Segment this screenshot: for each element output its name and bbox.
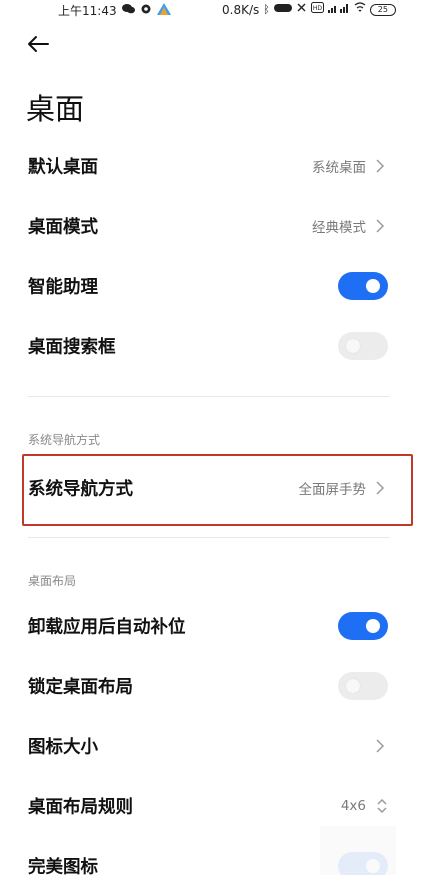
perfect-icons-label: 完美图标 bbox=[28, 857, 98, 875]
nav-method-row[interactable]: 系统导航方式 全面屏手势 bbox=[0, 459, 426, 517]
gear-icon bbox=[140, 3, 152, 19]
auto-fill-row: 卸载应用后自动补位 bbox=[0, 597, 426, 655]
vibrate-icon bbox=[273, 3, 292, 17]
back-arrow-icon bbox=[28, 36, 49, 52]
nav-section-header: 系统导航方式 bbox=[28, 433, 101, 447]
wechat-icon bbox=[121, 3, 135, 18]
divider bbox=[28, 537, 390, 538]
layout-rule-value: 4x6 bbox=[340, 798, 366, 814]
status-left: 上午11:43 bbox=[58, 2, 171, 19]
lock-layout-toggle[interactable] bbox=[338, 672, 388, 700]
chevron-right-icon bbox=[376, 481, 385, 495]
desktop-search-row: 桌面搜索框 bbox=[0, 317, 426, 375]
icon-size-label: 图标大小 bbox=[28, 737, 98, 758]
toggle-knob bbox=[346, 679, 360, 693]
nav-method-value: 全面屏手势 bbox=[298, 482, 367, 498]
desktop-search-toggle[interactable] bbox=[338, 332, 388, 360]
default-desktop-value: 系统桌面 bbox=[312, 160, 366, 176]
auto-fill-label: 卸载应用后自动补位 bbox=[28, 617, 186, 638]
divider bbox=[28, 396, 390, 397]
layout-section-header: 桌面布局 bbox=[28, 574, 77, 588]
up-down-chevron-icon bbox=[377, 798, 387, 814]
icon-size-row[interactable]: 图标大小 bbox=[0, 717, 426, 775]
status-right: 0.8K/s ᛒ HD 25 bbox=[222, 2, 396, 17]
hd-icon: HD bbox=[310, 2, 324, 17]
status-time: 上午11:43 bbox=[58, 4, 117, 18]
chevron-right-icon bbox=[376, 219, 385, 233]
layout-rule-label: 桌面布局规则 bbox=[28, 797, 133, 818]
default-desktop-label: 默认桌面 bbox=[28, 157, 98, 178]
wifi-icon bbox=[354, 2, 366, 17]
scroll-fade bbox=[320, 826, 396, 875]
network-speed: 0.8K/s bbox=[222, 2, 260, 17]
toggle-knob bbox=[346, 339, 360, 353]
status-bar: 上午11:43 0.8K/s ᛒ HD 25 bbox=[0, 0, 426, 22]
mute-icon bbox=[296, 2, 307, 17]
chevron-right-icon bbox=[376, 159, 385, 173]
toggle-knob bbox=[366, 619, 380, 633]
lock-layout-row: 锁定桌面布局 bbox=[0, 657, 426, 715]
smart-assistant-row: 智能助理 bbox=[0, 257, 426, 315]
lock-layout-label: 锁定桌面布局 bbox=[28, 677, 133, 698]
signal-icon bbox=[327, 2, 350, 17]
desktop-settings-screen: 上午11:43 0.8K/s ᛒ HD 25 桌面 默认桌面 系统桌面 桌面模式… bbox=[0, 0, 426, 875]
app-icon bbox=[156, 2, 171, 19]
svg-text:HD: HD bbox=[313, 5, 323, 12]
back-button[interactable] bbox=[26, 34, 56, 60]
toggle-knob bbox=[366, 279, 380, 293]
desktop-search-label: 桌面搜索框 bbox=[28, 337, 116, 358]
smart-assistant-label: 智能助理 bbox=[28, 277, 98, 298]
desktop-mode-row[interactable]: 桌面模式 经典模式 bbox=[0, 197, 426, 255]
smart-assistant-toggle[interactable] bbox=[338, 272, 388, 300]
page-title: 桌面 bbox=[26, 92, 85, 126]
desktop-mode-value: 经典模式 bbox=[312, 220, 366, 236]
bluetooth-icon: ᛒ bbox=[263, 2, 270, 16]
default-desktop-row[interactable]: 默认桌面 系统桌面 bbox=[0, 137, 426, 195]
nav-method-label: 系统导航方式 bbox=[28, 479, 133, 500]
chevron-right-icon bbox=[376, 739, 385, 753]
auto-fill-toggle[interactable] bbox=[338, 612, 388, 640]
battery-indicator: 25 bbox=[369, 3, 396, 16]
desktop-mode-label: 桌面模式 bbox=[28, 217, 98, 238]
